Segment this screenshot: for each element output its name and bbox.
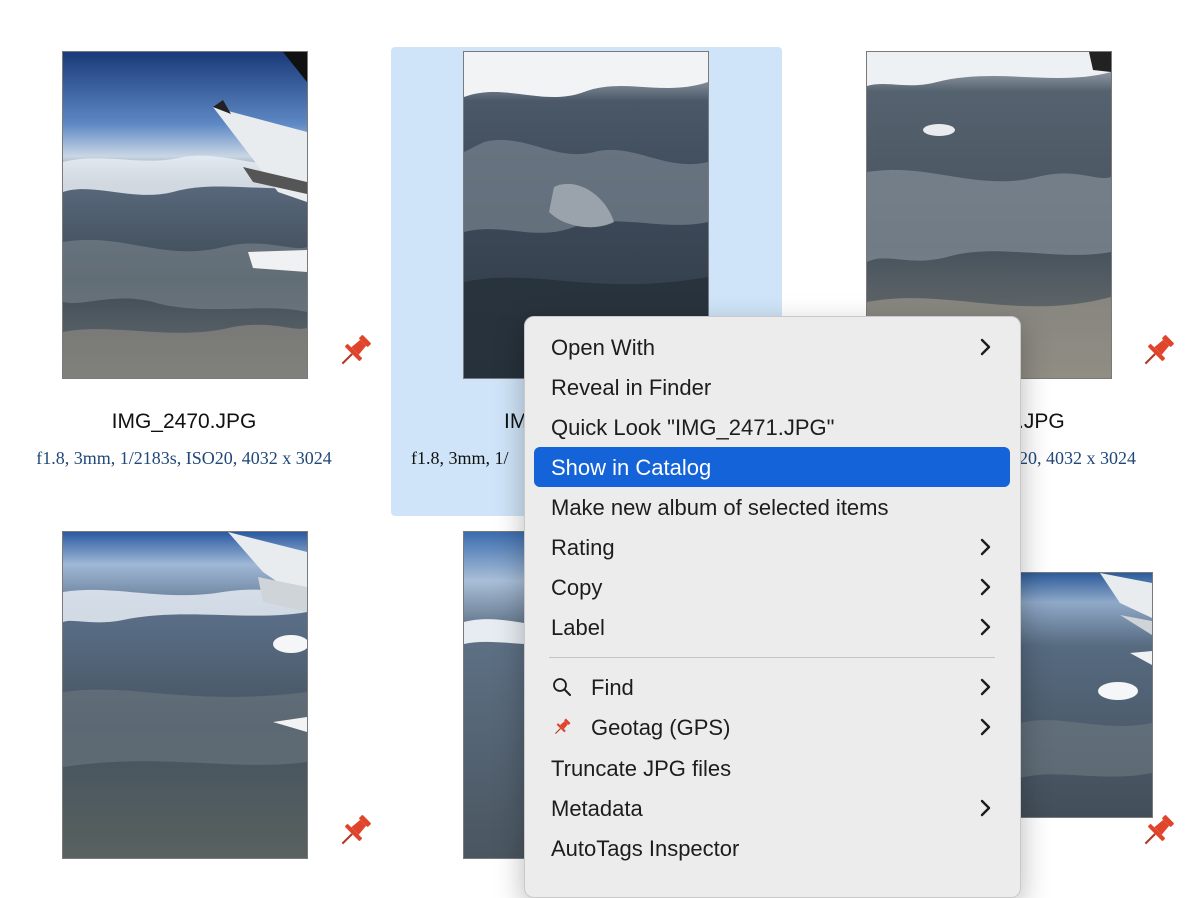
thumbnail-filename: .JPG — [1018, 410, 1065, 433]
chevron-right-icon — [980, 578, 991, 596]
menu-item-autotags-inspector[interactable]: AutoTags Inspector — [534, 828, 1010, 868]
thumbnail-metadata: 20, 4032 x 3024 — [1019, 448, 1136, 468]
thumbnail-filename: IMG_2470.JPG — [111, 410, 257, 433]
chevron-right-icon — [980, 338, 991, 356]
menu-item-label: Open With — [551, 335, 655, 360]
menu-item-label: Label — [551, 615, 605, 640]
menu-item-quick-look[interactable]: Quick Look "IMG_2471.JPG" — [534, 407, 1010, 447]
menu-item-label: Metadata — [551, 796, 643, 821]
pushpin-icon[interactable] — [334, 330, 376, 372]
menu-item-label: Show in Catalog — [551, 455, 712, 480]
magnifier-icon — [553, 678, 571, 696]
menu-item-label: Rating — [551, 535, 615, 560]
menu-item-metadata[interactable]: Metadata — [534, 788, 1010, 828]
pushpin-icon — [554, 718, 571, 735]
menu-item-truncate-jpg[interactable]: Truncate JPG files — [534, 748, 1010, 788]
thumbnail-img-2470[interactable] — [62, 51, 308, 379]
menu-item-label: Quick Look "IMG_2471.JPG" — [551, 415, 835, 440]
menu-item-reveal-in-finder[interactable]: Reveal in Finder — [534, 367, 1010, 407]
context-menu: Open With Reveal in Finder Quick Look "I… — [524, 316, 1021, 898]
menu-item-copy[interactable]: Copy — [534, 567, 1010, 607]
menu-item-open-with[interactable]: Open With — [534, 327, 1010, 367]
chevron-right-icon — [980, 718, 991, 736]
menu-item-find[interactable]: Find — [534, 667, 1010, 707]
pushpin-icon[interactable] — [1137, 810, 1179, 852]
chevron-right-icon — [980, 799, 991, 817]
thumbnail-metadata: f1.8, 3mm, 1/2183s, ISO20, 4032 x 3024 — [36, 448, 332, 468]
menu-item-label-submenu[interactable]: Label — [534, 607, 1010, 647]
menu-item-label: Truncate JPG files — [551, 756, 732, 781]
menu-separator — [549, 657, 995, 658]
menu-item-label: AutoTags Inspector — [551, 836, 740, 861]
chevron-right-icon — [980, 678, 991, 696]
menu-item-label: Geotag (GPS) — [591, 715, 731, 740]
menu-item-label: Copy — [551, 575, 603, 600]
menu-item-show-in-catalog[interactable]: Show in Catalog — [534, 447, 1010, 487]
menu-item-geotag[interactable]: Geotag (GPS) — [534, 707, 1010, 747]
menu-item-make-new-album[interactable]: Make new album of selected items — [534, 487, 1010, 527]
menu-item-label: Reveal in Finder — [551, 375, 712, 400]
pushpin-icon[interactable] — [334, 810, 376, 852]
chevron-right-icon — [980, 618, 991, 636]
thumbnail-metadata: f1.8, 3mm, 1/ — [411, 448, 509, 468]
thumbnail-img-2475[interactable] — [1019, 572, 1153, 818]
thumbnail-img-2473[interactable] — [62, 531, 308, 859]
chevron-right-icon — [980, 538, 991, 556]
pushpin-icon[interactable] — [1137, 330, 1179, 372]
menu-item-label: Find — [591, 675, 634, 700]
menu-item-label: Make new album of selected items — [551, 495, 889, 520]
menu-item-rating[interactable]: Rating — [534, 527, 1010, 567]
